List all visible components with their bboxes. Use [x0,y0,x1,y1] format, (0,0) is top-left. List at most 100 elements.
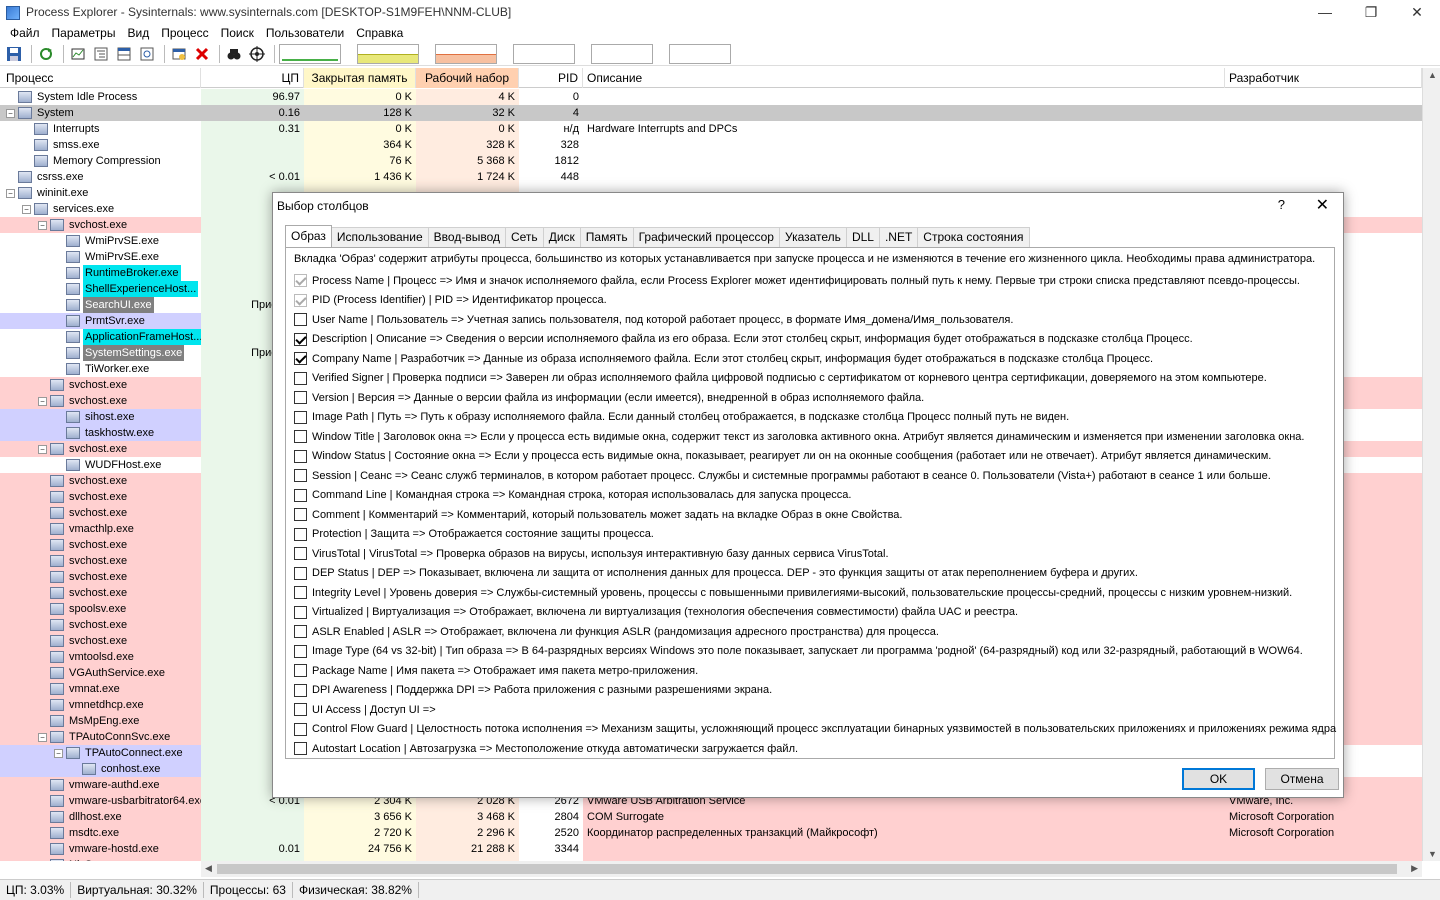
column-checkbox[interactable] [294,469,307,483]
column-option[interactable]: DEP Status | DEP => Показывает, включена… [294,564,1334,584]
collapse-toggle-icon[interactable]: − [38,444,47,454]
menu-item[interactable]: Процесс [155,26,214,40]
scroll-down-icon[interactable]: ▼ [1428,849,1437,859]
process-tree-icon[interactable] [91,44,111,64]
column-checkbox[interactable] [294,508,307,522]
column-option[interactable]: Company Name | Разработчик => Данные из … [294,349,1334,369]
column-pid[interactable]: PID [519,68,583,88]
menu-item[interactable]: Пользователи [260,26,350,40]
process-row[interactable]: Interrupts 0.31 0 K0 K н/д Hardware Interrup… [0,121,1422,137]
tab-7[interactable]: Указатель [778,227,847,247]
column-option[interactable]: Description | Описание => Сведения о вер… [294,330,1334,350]
column-checkbox[interactable] [294,391,307,405]
column-checkbox[interactable] [294,586,307,600]
column-checkbox[interactable] [294,722,307,736]
network-graph[interactable] [591,43,653,64]
find-handle-icon[interactable] [224,44,244,64]
tab-8[interactable]: DLL [845,227,880,247]
process-row[interactable]: vmware-hostd.exe 0.01 24 756 K 21 288 K 3344 [0,841,1422,857]
horizontal-scroll-thumb[interactable] [217,864,1397,874]
system-info-icon[interactable] [68,44,88,64]
column-checkbox[interactable] [294,352,307,366]
commit-graph[interactable] [357,43,419,64]
column-checkbox[interactable] [294,742,307,756]
column-option[interactable]: Command Line | Командная строка => Коман… [294,486,1334,506]
tab-6[interactable]: Графический процессор [632,227,780,247]
refresh-icon[interactable] [36,44,56,64]
column-option[interactable]: VirusTotal | VirusTotal => Проверка обра… [294,544,1334,564]
menu-item[interactable]: Файл [4,26,46,40]
save-icon[interactable] [4,44,24,64]
column-checkbox[interactable] [294,547,307,561]
menu-item[interactable]: Поиск [215,26,260,40]
restore-button[interactable]: ❐ [1348,0,1394,24]
column-option[interactable]: User Name | Пользователь => Учетная запи… [294,310,1334,330]
column-option[interactable]: Package Name | Имя пакета => Отображает … [294,661,1334,681]
collapse-toggle-icon[interactable]: − [54,748,63,758]
column-checkbox[interactable] [294,527,307,541]
column-option[interactable]: ASLR Enabled | ASLR => Отображает, включ… [294,622,1334,642]
column-checkbox[interactable] [294,488,307,502]
lower-pane-icon[interactable] [114,44,134,64]
process-row[interactable]: msdtc.exe 2 720 K2 296 K 2520 Координатор р… [0,825,1422,841]
column-checkbox[interactable] [294,683,307,697]
column-option[interactable]: Session | Сеанс => Сеанс служб терминало… [294,466,1334,486]
ok-button[interactable]: OK [1182,768,1255,790]
column-option[interactable]: Comment | Комментарий => Комментарий, ко… [294,505,1334,525]
scroll-left-icon[interactable]: ◀ [205,863,212,874]
column-option[interactable]: Process Name | Процесс => Имя и значок и… [294,271,1334,291]
column-option[interactable]: UI Access | Доступ UI => [294,700,1334,720]
io-graph[interactable] [513,43,575,64]
find-window-icon[interactable] [169,44,189,64]
column-checkbox[interactable] [294,371,307,385]
minimize-button[interactable]: — [1302,0,1348,24]
process-row[interactable]: Memory Compression 76 K5 368 K 1812 [0,153,1422,169]
column-checkbox[interactable] [294,313,307,327]
kill-process-icon[interactable] [192,44,212,64]
help-button[interactable]: ? [1278,197,1285,212]
horizontal-scrollbar[interactable]: ◀ ▶ [201,861,1422,877]
disk-graph[interactable] [669,43,731,64]
properties-icon[interactable] [137,44,157,64]
column-option[interactable]: Version | Версия => Данные о версии файл… [294,388,1334,408]
column-option[interactable]: Control Flow Guard | Целостность потока … [294,720,1336,740]
column-cpu[interactable]: ЦП [201,68,304,88]
column-checkbox[interactable] [294,449,307,463]
collapse-toggle-icon[interactable]: − [38,732,47,742]
column-option[interactable]: Window Title | Заголовок окна => Если у … [294,427,1334,447]
column-option[interactable]: Autostart Location | Автозагрузка => Мес… [294,739,1334,759]
process-row[interactable]: − System 0.16 128 K 32 K 4 [0,105,1422,121]
process-row[interactable]: System Idle Process 96.97 0 K4 K 0 [0,89,1422,105]
collapse-toggle-icon[interactable]: − [38,396,47,406]
column-option[interactable]: DPI Awareness | Поддержка DPI => Работа … [294,681,1334,701]
menu-item[interactable]: Справка [350,26,409,40]
tab-2[interactable]: Ввод-вывод [427,227,506,247]
close-button[interactable]: ✕ [1394,0,1440,24]
tab-9[interactable]: .NET [878,227,919,247]
column-option[interactable]: Verified Signer | Проверка подписи => За… [294,369,1334,389]
column-option[interactable]: PID (Process Identifier) | PID => Иденти… [294,291,1334,311]
column-option[interactable]: Image Path | Путь => Путь к образу испол… [294,408,1334,428]
tab-0[interactable]: Образ [285,225,332,247]
column-checkbox[interactable] [294,644,307,658]
column-option[interactable]: Integrity Level | Уровень доверия => Слу… [294,583,1334,603]
tab-5[interactable]: Память [579,227,634,247]
collapse-toggle-icon[interactable]: − [22,204,31,214]
column-description[interactable]: Описание [583,68,1225,88]
column-checkbox[interactable] [294,430,307,444]
tab-3[interactable]: Сеть [504,227,544,247]
column-option[interactable]: Window Status | Состояние окна => Если у… [294,447,1334,467]
column-option[interactable]: Protection | Защита => Отображается сост… [294,525,1334,545]
tab-4[interactable]: Диск [542,227,581,247]
column-working-set[interactable]: Рабочий набор [416,68,519,88]
cpu-graph[interactable] [279,43,341,64]
column-checkbox[interactable] [294,332,307,346]
collapse-toggle-icon[interactable]: − [6,188,15,198]
column-checkbox[interactable] [294,410,307,424]
physical-memory-graph[interactable] [435,43,497,64]
column-private-bytes[interactable]: Закрытая память [304,68,416,88]
column-option[interactable]: Virtualized | Виртуализация => Отображае… [294,603,1334,623]
column-checkbox[interactable] [294,605,307,619]
process-row[interactable]: csrss.exe < 0.01 1 436 K1 724 K 448 [0,169,1422,185]
scroll-up-icon[interactable]: ▲ [1428,70,1437,80]
